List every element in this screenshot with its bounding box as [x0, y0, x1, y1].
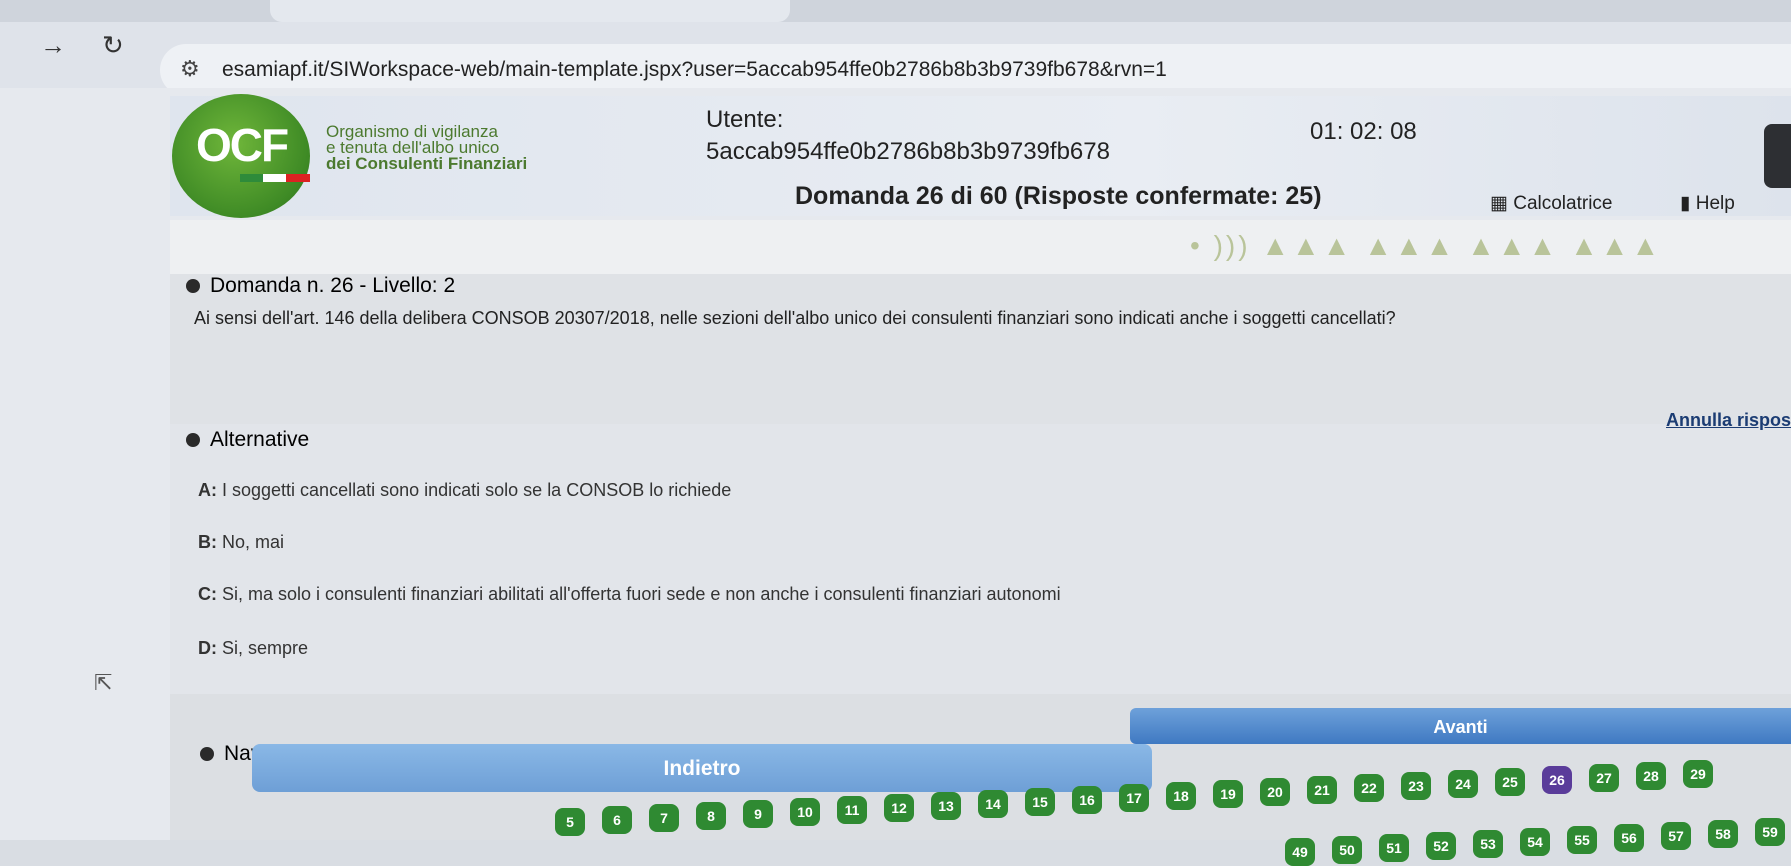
pager-question-21[interactable]: 21 — [1307, 776, 1337, 804]
browser-chrome: → ↻ ⚙ esamiapf.it/SIWorkspace-web/main-t… — [0, 0, 1791, 96]
reload-icon[interactable]: ↻ — [102, 30, 124, 61]
alternative-text: Si, ma solo i consulenti finanziari abil… — [217, 584, 1061, 604]
question-status: Domanda 26 di 60 (Risposte confermate: 2… — [795, 182, 1322, 210]
pager-question-25[interactable]: 25 — [1495, 768, 1525, 796]
pager-question-54[interactable]: 54 — [1520, 828, 1550, 856]
alternative-text: No, mai — [217, 532, 285, 552]
pager-question-8[interactable]: 8 — [696, 802, 726, 830]
pager-question-52[interactable]: 52 — [1426, 832, 1456, 860]
calculator-button[interactable]: ▦ Calcolatrice — [1490, 192, 1613, 215]
help-label: Help — [1695, 193, 1735, 214]
collapse-icon[interactable] — [200, 747, 214, 762]
browser-tab[interactable] — [270, 0, 790, 22]
pager-question-18[interactable]: 18 — [1166, 782, 1196, 810]
question-title: Domanda n. 26 - Livello: 2 — [186, 274, 455, 298]
alternatives-title-text: Alternative — [210, 428, 310, 451]
alternative-c[interactable]: C: Si, ma solo i consulenti finanziari a… — [198, 584, 1061, 605]
alternatives-title: Alternative — [186, 428, 309, 452]
side-panel-edge — [1764, 124, 1791, 188]
pager-current-26[interactable]: 26 — [1542, 766, 1572, 794]
exam-timer: 01: 02: 08 — [1310, 118, 1417, 145]
alternative-b[interactable]: B: No, mai — [198, 532, 284, 553]
back-button[interactable]: Indietro — [252, 744, 1152, 792]
help-icon: ▮ — [1680, 193, 1696, 214]
pager-question-24[interactable]: 24 — [1448, 770, 1478, 798]
pager-question-16[interactable]: 16 — [1072, 786, 1102, 814]
pager-question-55[interactable]: 55 — [1567, 826, 1597, 854]
alternative-text: I soggetti cancellati sono indicati solo… — [217, 480, 732, 500]
pager-question-59[interactable]: 59 — [1755, 818, 1785, 846]
cancel-answer-link[interactable]: Annulla rispos — [1666, 410, 1791, 431]
org-line-3: dei Consulenti Finanziari — [326, 154, 528, 173]
pager-question-51[interactable]: 51 — [1379, 834, 1409, 862]
alternative-key: C: — [198, 584, 217, 604]
pager-question-29[interactable]: 29 — [1683, 760, 1713, 788]
pager-question-10[interactable]: 10 — [790, 798, 820, 826]
pager-question-17[interactable]: 17 — [1119, 784, 1149, 812]
page: OCF Organismo di vigilanza e tenuta dell… — [0, 88, 1791, 866]
site-settings-icon[interactable]: ⚙ — [180, 56, 200, 82]
mouse-cursor-icon: ⇱ — [94, 670, 113, 695]
alternative-key: B: — [198, 532, 217, 552]
question-title-text: Domanda n. 26 - Livello: 2 — [210, 274, 456, 297]
pager-question-5[interactable]: 5 — [555, 808, 585, 836]
pager-question-23[interactable]: 23 — [1401, 772, 1431, 800]
alternative-d[interactable]: D: Si, sempre — [198, 638, 308, 659]
pager-question-11[interactable]: 11 — [837, 796, 867, 824]
tab-strip — [0, 0, 1791, 22]
pager-question-7[interactable]: 7 — [649, 804, 679, 832]
forward-icon[interactable]: → — [40, 30, 66, 61]
alternative-key: D: — [198, 638, 217, 658]
alternative-text: Si, sempre — [217, 638, 309, 658]
pager-question-13[interactable]: 13 — [931, 792, 961, 820]
decorative-figures: • ))) ▲▲▲ ▲▲▲ ▲▲▲ ▲▲▲ — [1190, 230, 1663, 261]
calculator-icon: ▦ — [1490, 193, 1514, 214]
pager-question-53[interactable]: 53 — [1473, 830, 1503, 858]
italian-flag-icon — [240, 174, 310, 182]
pager-question-12[interactable]: 12 — [884, 794, 914, 822]
alternatives-panel — [170, 424, 1791, 694]
logo-text: OCF — [196, 119, 289, 171]
help-button[interactable]: ▮ Help — [1680, 192, 1735, 215]
pager-question-50[interactable]: 50 — [1332, 836, 1362, 864]
pager-question-49[interactable]: 49 — [1285, 838, 1315, 866]
pager-question-14[interactable]: 14 — [978, 790, 1008, 818]
pager-question-6[interactable]: 6 — [602, 806, 632, 834]
organization-name: Organismo di vigilanza e tenuta dell'alb… — [326, 123, 528, 173]
collapse-icon[interactable] — [186, 279, 200, 294]
next-button[interactable]: Avanti — [1130, 708, 1791, 744]
pager-question-57[interactable]: 57 — [1661, 822, 1691, 850]
user-label: Utente: — [706, 106, 784, 133]
url-text[interactable]: esamiapf.it/SIWorkspace-web/main-templat… — [222, 58, 1167, 82]
pager-question-58[interactable]: 58 — [1708, 820, 1738, 848]
question-text: Ai sensi dell'art. 146 della delibera CO… — [194, 308, 1396, 328]
user-id: 5accab954ffe0b2786b8b3b9739fb678 — [706, 138, 1110, 165]
collapse-icon[interactable] — [186, 433, 200, 448]
pager-question-28[interactable]: 28 — [1636, 762, 1666, 790]
pager-question-20[interactable]: 20 — [1260, 778, 1290, 806]
pager-question-27[interactable]: 27 — [1589, 764, 1619, 792]
alternative-key: A: — [198, 480, 217, 500]
alternative-a[interactable]: A: I soggetti cancellati sono indicati s… — [198, 480, 731, 501]
pager-question-19[interactable]: 19 — [1213, 780, 1243, 808]
pager-question-9[interactable]: 9 — [743, 800, 773, 828]
pager-question-56[interactable]: 56 — [1614, 824, 1644, 852]
pager-question-22[interactable]: 22 — [1354, 774, 1384, 802]
pager-question-15[interactable]: 15 — [1025, 788, 1055, 816]
calculator-label: Calcolatrice — [1513, 193, 1613, 214]
